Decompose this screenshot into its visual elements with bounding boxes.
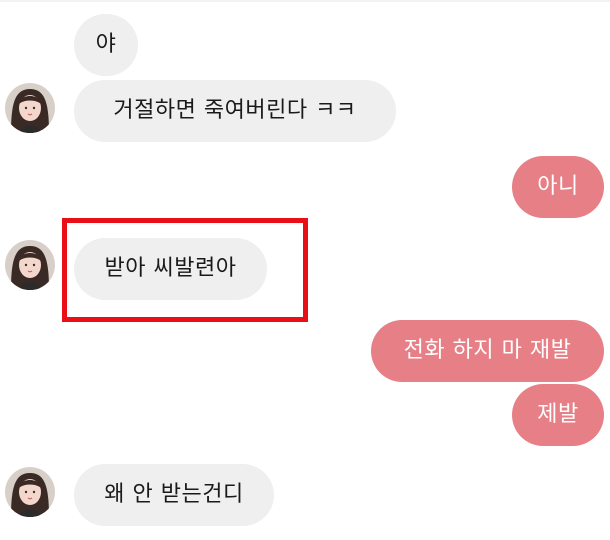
avatar[interactable] <box>5 467 55 517</box>
avatar[interactable] <box>5 240 55 290</box>
message-text: 전화 하지 마 재발 <box>403 338 572 363</box>
outgoing-message[interactable]: 전화 하지 마 재발 <box>371 320 604 382</box>
incoming-message[interactable]: 야 <box>74 14 138 76</box>
message-text: 왜 안 받는건디 <box>104 482 244 507</box>
message-text: 야 <box>95 32 117 57</box>
incoming-message[interactable]: 거절하면 죽여버린다 ㅋㅋ <box>74 80 396 142</box>
message-text: 거절하면 죽여버린다 ㅋㅋ <box>113 98 357 123</box>
avatar[interactable] <box>5 83 55 133</box>
incoming-message[interactable]: 왜 안 받는건디 <box>74 464 274 526</box>
message-text: 아니 <box>537 174 579 199</box>
outgoing-message[interactable]: 제발 <box>512 384 604 446</box>
divider <box>0 0 610 2</box>
chat-thread: 야 거절하면 죽여버린다 ㅋㅋ 아니 받아 씨발련아 전화 하지 마 재발 제발… <box>0 0 610 540</box>
highlight-box <box>62 218 308 322</box>
message-text: 제발 <box>537 402 579 427</box>
outgoing-message[interactable]: 아니 <box>512 156 604 218</box>
